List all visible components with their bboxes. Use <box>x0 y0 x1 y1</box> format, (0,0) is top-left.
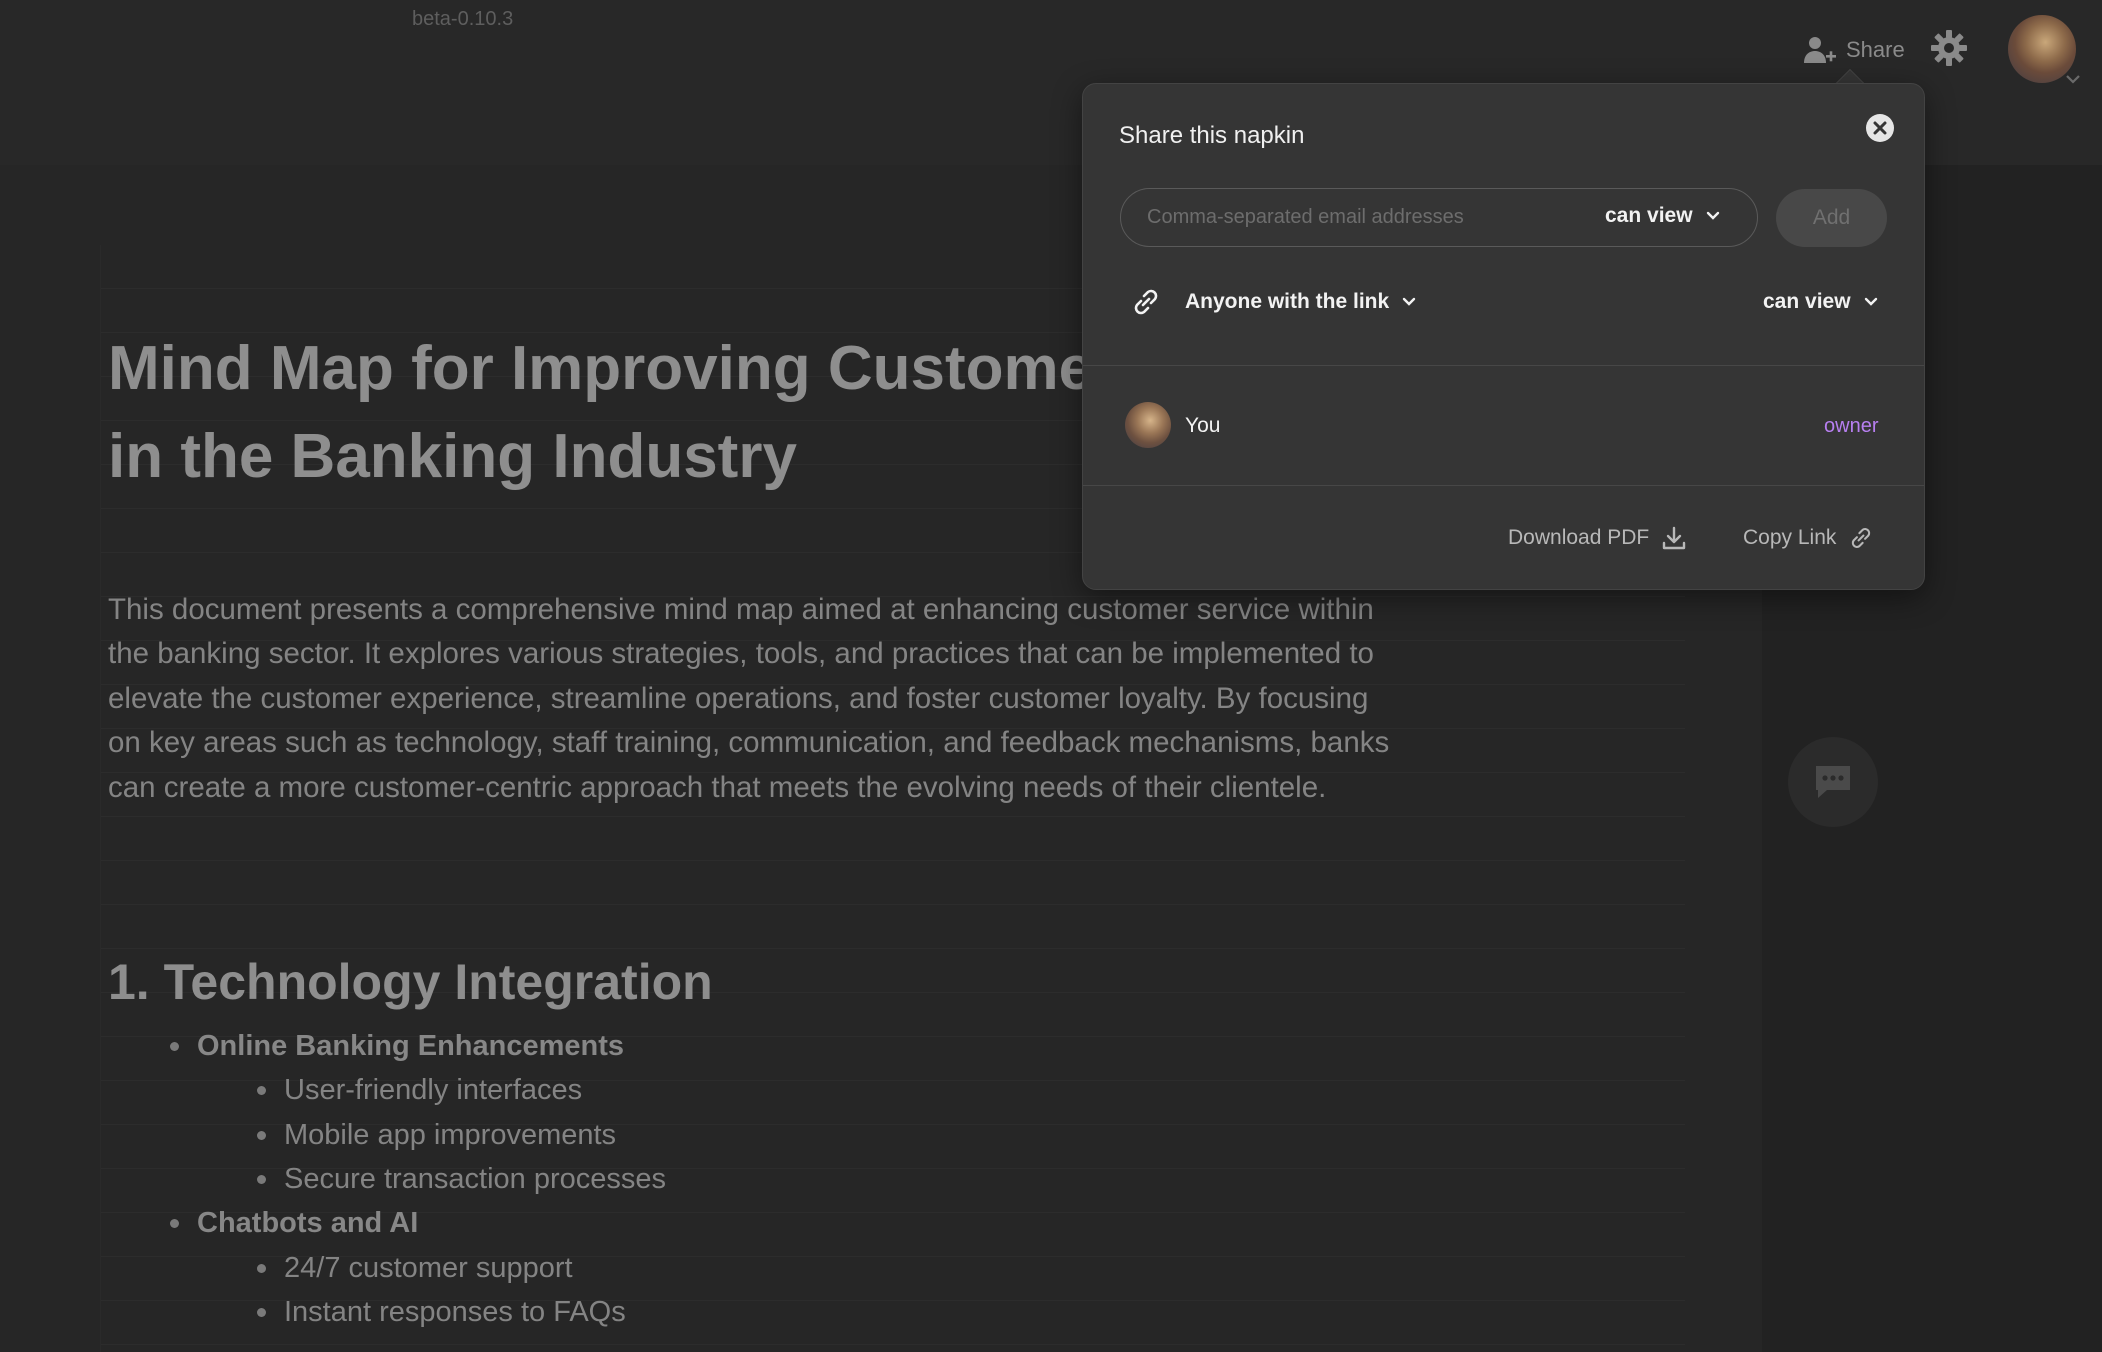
list-item-label: Chatbots and AI <box>197 1207 419 1239</box>
download-icon <box>1663 526 1686 550</box>
chevron-down-icon <box>1706 211 1719 220</box>
chat-icon <box>1816 766 1850 798</box>
title-line-1: Mind Map for Improving Customer <box>108 334 1118 403</box>
list-item-label: Secure transaction processes <box>284 1163 667 1195</box>
title-line-2: in the Banking Industry <box>108 422 797 491</box>
link-scope-select[interactable]: Anyone with the link <box>1185 290 1417 314</box>
document-title[interactable]: Mind Map for Improving Customer in the B… <box>108 325 1248 501</box>
list-item[interactable]: 24/7 customer support <box>257 1252 573 1285</box>
member-role: owner <box>1824 415 1879 437</box>
list-item[interactable]: User-friendly interfaces <box>257 1074 582 1107</box>
chevron-down-icon <box>1402 297 1416 306</box>
dialog-title: Share this napkin <box>1119 122 1305 149</box>
bullet <box>257 1264 266 1273</box>
bullet <box>257 1175 266 1184</box>
member-name: You <box>1185 414 1221 437</box>
chevron-down-icon <box>1864 297 1877 306</box>
link-permission-select[interactable]: can view <box>1763 290 1879 314</box>
copy-link-button[interactable]: Copy Link <box>1743 525 1874 551</box>
list-item-label: Instant responses to FAQs <box>284 1296 626 1328</box>
list-item-label: Online Banking Enhancements <box>197 1030 625 1062</box>
section-heading[interactable]: 1. Technology Integration <box>108 953 713 1011</box>
list-item[interactable]: Instant responses to FAQs <box>257 1296 626 1329</box>
comment-button[interactable] <box>1788 737 1878 827</box>
close-icon[interactable] <box>1864 112 1896 144</box>
share-label: Share <box>1846 37 1905 62</box>
bullet <box>257 1308 266 1317</box>
list-item[interactable]: Secure transaction processes <box>257 1163 666 1196</box>
bullet <box>257 1131 266 1140</box>
invite-permission-select[interactable]: can view <box>1605 204 1721 228</box>
list-item-label: User-friendly interfaces <box>284 1074 583 1106</box>
link-permission-label: can view <box>1763 290 1851 313</box>
link-icon <box>1852 528 1871 548</box>
share-button[interactable]: Share <box>1802 30 1905 70</box>
divider <box>1083 485 1924 486</box>
gear-icon[interactable] <box>1929 28 1969 68</box>
bullet <box>170 1042 179 1051</box>
list-item-label: Mobile app improvements <box>284 1119 617 1151</box>
list-item-label: 24/7 customer support <box>284 1252 573 1284</box>
list-item[interactable]: Online Banking Enhancements <box>170 1030 624 1063</box>
add-button[interactable]: Add <box>1776 189 1887 247</box>
chevron-down-icon[interactable] <box>2064 72 2082 86</box>
share-dialog: Share this napkin can view Add Anyone wi… <box>1082 83 1925 590</box>
link-icon <box>1134 289 1158 315</box>
link-scope-label: Anyone with the link <box>1185 290 1390 313</box>
list-item[interactable]: Chatbots and AI <box>170 1207 418 1240</box>
version-label: beta-0.10.3 <box>412 8 514 30</box>
member-avatar <box>1125 402 1171 448</box>
divider <box>1083 365 1924 366</box>
email-input[interactable] <box>1147 189 1587 245</box>
bullet <box>257 1086 266 1095</box>
download-pdf-label: Download PDF <box>1508 526 1650 549</box>
invite-field: can view <box>1120 188 1758 247</box>
list-item[interactable]: Mobile app improvements <box>257 1119 616 1152</box>
document-intro[interactable]: This document presents a comprehensive m… <box>108 588 1408 810</box>
bullet <box>170 1219 179 1228</box>
invite-permission-label: can view <box>1605 204 1693 227</box>
add-user-icon <box>1804 37 1836 63</box>
copy-link-label: Copy Link <box>1743 526 1837 549</box>
download-pdf-button[interactable]: Download PDF <box>1508 525 1687 551</box>
